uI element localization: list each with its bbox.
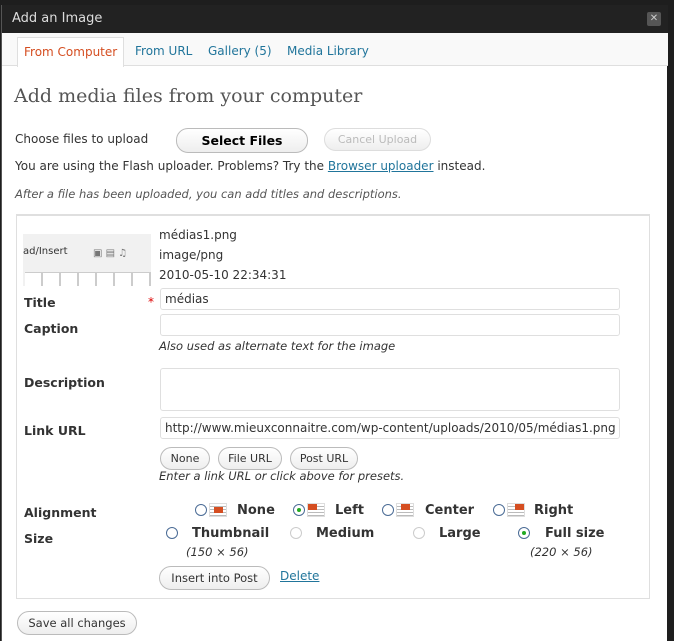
align-left-label[interactable]: Left <box>335 503 364 518</box>
save-all-changes-button[interactable]: Save all changes <box>17 611 137 635</box>
size-large-label[interactable]: Large <box>439 526 481 541</box>
size-full-radio[interactable] <box>518 527 530 539</box>
link-url-label: Link URL <box>24 423 86 438</box>
file-date: 2010-05-10 22:34:31 <box>159 268 287 282</box>
size-thumbnail-label[interactable]: Thumbnail <box>192 526 269 541</box>
file-mime: image/png <box>159 248 224 262</box>
caption-label: Caption <box>24 321 79 336</box>
link-none-button[interactable]: None <box>160 447 210 470</box>
caption-input[interactable] <box>160 314 620 336</box>
link-help: Enter a link URL or click above for pres… <box>159 469 405 483</box>
tab-from-url[interactable]: From URL <box>135 44 192 58</box>
choose-files-label: Choose files to upload <box>15 132 149 146</box>
align-none-icon <box>209 503 227 517</box>
cancel-upload-button[interactable]: Cancel Upload <box>324 128 431 151</box>
align-none-radio[interactable] <box>195 504 207 516</box>
tab-gallery[interactable]: Gallery (5) <box>208 44 272 58</box>
tab-from-computer[interactable]: From Computer <box>17 37 125 67</box>
page-title: Add media files from your computer <box>14 85 363 107</box>
align-center-radio[interactable] <box>382 504 394 516</box>
caption-help: Also used as alternate text for the imag… <box>159 339 396 353</box>
upload-note: After a file has been uploaded, you can … <box>15 187 402 201</box>
link-file-url-button[interactable]: File URL <box>218 447 282 470</box>
align-left-icon <box>307 503 325 517</box>
file-name: médias1.png <box>159 228 237 242</box>
size-medium-radio[interactable] <box>290 527 302 539</box>
dialog-titlebar: Add an Image <box>2 5 668 33</box>
tab-bar: From Computer From URL Gallery (5) Media… <box>2 33 668 67</box>
link-post-url-button[interactable]: Post URL <box>290 447 358 470</box>
insert-into-post-button[interactable]: Insert into Post <box>159 566 270 590</box>
align-right-radio[interactable] <box>493 504 505 516</box>
size-large-radio[interactable] <box>413 527 425 539</box>
align-left-radio[interactable] <box>293 504 305 516</box>
link-url-input[interactable]: http://www.mieuxconnaitre.com/wp-content… <box>160 417 620 439</box>
file-meta: médias1.png image/png 2010-05-10 22:34:3… <box>159 225 286 285</box>
size-label: Size <box>24 531 54 546</box>
file-thumbnail: ad/Insert ▣ ▤ ♫ <box>23 234 151 286</box>
description-textarea[interactable] <box>160 368 620 411</box>
align-center-label[interactable]: Center <box>425 503 474 518</box>
delete-link[interactable]: Delete <box>280 569 319 583</box>
alignment-label: Alignment <box>24 505 97 520</box>
add-image-dialog: Add an Image ✕ From Computer From URL Ga… <box>1 5 668 641</box>
align-none-label[interactable]: None <box>237 503 275 518</box>
align-right-label[interactable]: Right <box>534 503 573 518</box>
align-right-icon <box>507 503 525 517</box>
browser-uploader-link[interactable]: Browser uploader <box>328 159 434 173</box>
size-thumbnail-dims: (150 × 56) <box>186 545 249 559</box>
size-thumbnail-radio[interactable] <box>166 527 178 539</box>
tab-media-library[interactable]: Media Library <box>287 44 369 58</box>
align-center-icon <box>396 503 414 517</box>
size-medium-label[interactable]: Medium <box>316 526 374 541</box>
required-mark: * <box>148 295 154 309</box>
description-label: Description <box>24 375 105 390</box>
title-label: Title <box>24 295 56 310</box>
dialog-title: Add an Image <box>12 11 103 26</box>
size-full-label[interactable]: Full size <box>545 526 605 541</box>
title-input[interactable]: médias <box>160 288 620 310</box>
select-files-button[interactable]: Select Files <box>176 128 308 153</box>
size-full-dims: (220 × 56) <box>530 545 593 559</box>
close-icon[interactable]: ✕ <box>647 12 661 26</box>
flash-uploader-notice: You are using the Flash uploader. Proble… <box>15 159 486 173</box>
